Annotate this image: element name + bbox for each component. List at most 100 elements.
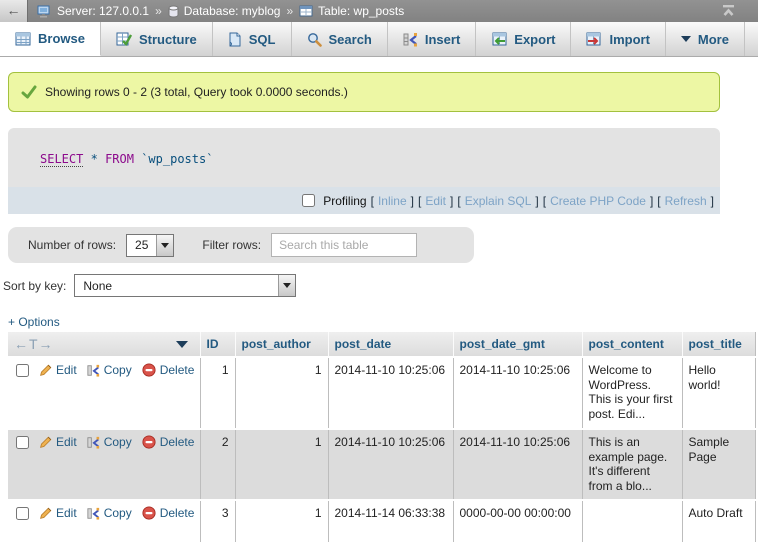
sql-query: SELECT * FROM `wp_posts`: [8, 128, 720, 187]
row-checkbox[interactable]: [16, 364, 29, 377]
bracket: [: [418, 194, 421, 208]
edit-link[interactable]: Edit: [56, 506, 77, 521]
tab-import[interactable]: Import: [571, 22, 665, 56]
tab-sql[interactable]: SQL: [213, 22, 292, 56]
bracket: ]: [650, 194, 653, 208]
cell-post-date: 2014-11-10 10:25:06: [328, 357, 453, 429]
copy-icon[interactable]: [87, 364, 100, 377]
rows-per-page-select[interactable]: 25: [126, 234, 174, 257]
insert-icon: [403, 32, 418, 47]
edit-query-link[interactable]: Edit: [425, 194, 446, 208]
delete-icon[interactable]: [142, 506, 156, 520]
edit-pencil-icon[interactable]: [39, 364, 52, 377]
copy-link[interactable]: Copy: [104, 506, 132, 521]
cell-post-content: [582, 500, 682, 542]
rows-controls-bar: Number of rows: 25 Filter rows:: [8, 227, 474, 263]
edit-pencil-icon[interactable]: [39, 507, 52, 520]
row-checkbox[interactable]: [16, 436, 29, 449]
refresh-link[interactable]: Refresh: [665, 194, 707, 208]
sql-icon: [228, 32, 242, 47]
table-row: Edit Copy Delete 1 1 2014-11-10 10:25:06…: [8, 357, 755, 429]
cell-post-title: Sample Page: [682, 429, 755, 500]
sort-key-select[interactable]: None: [74, 274, 296, 297]
tab-insert-label: Insert: [425, 32, 460, 47]
cell-id: 1: [200, 357, 235, 429]
cell-post-content: This is an example page. It's different …: [582, 429, 682, 500]
breadcrumb-server-label: Server: 127.0.0.1: [57, 4, 149, 18]
tab-export[interactable]: Export: [476, 22, 571, 56]
explain-sql-link[interactable]: Explain SQL: [465, 194, 532, 208]
structure-icon: [116, 32, 132, 46]
tab-browse-label: Browse: [38, 31, 85, 46]
column-header-post-title[interactable]: post_title: [682, 332, 755, 357]
sort-key-value: None: [75, 275, 120, 296]
cell-post-date: 2014-11-14 06:33:38: [328, 500, 453, 542]
tab-search[interactable]: Search: [292, 22, 388, 56]
inline-link[interactable]: Inline: [378, 194, 407, 208]
delete-icon[interactable]: [142, 435, 156, 449]
delete-link[interactable]: Delete: [160, 363, 195, 378]
edit-link[interactable]: Edit: [56, 435, 77, 450]
tab-search-label: Search: [329, 32, 372, 47]
bracket: [: [371, 194, 374, 208]
tab-more[interactable]: More: [666, 22, 745, 56]
cell-post-date: 2014-11-10 10:25:06: [328, 429, 453, 500]
column-header-id[interactable]: ID: [200, 332, 235, 357]
copy-link[interactable]: Copy: [104, 435, 132, 450]
create-php-code-link[interactable]: Create PHP Code: [550, 194, 646, 208]
copy-icon[interactable]: [87, 436, 100, 449]
success-check-icon: [21, 85, 37, 99]
breadcrumb-separator: »: [155, 4, 162, 18]
copy-link[interactable]: Copy: [104, 363, 132, 378]
tab-import-label: Import: [609, 32, 649, 47]
tab-sql-label: SQL: [249, 32, 276, 47]
sort-by-key-row: Sort by key: None: [3, 274, 296, 297]
column-header-post-date-gmt[interactable]: post_date_gmt: [453, 332, 582, 357]
server-icon: [37, 5, 52, 18]
breadcrumb-server[interactable]: Server: 127.0.0.1: [37, 4, 149, 18]
delete-icon[interactable]: [142, 363, 156, 377]
table-row: Edit Copy Delete 3 1 2014-11-14 06:33:38…: [8, 500, 755, 542]
search-icon: [307, 32, 322, 47]
column-header-post-content[interactable]: post_content: [582, 332, 682, 357]
select-arrow-icon: [156, 235, 173, 256]
breadcrumb-table[interactable]: Table: wp_posts: [299, 4, 404, 18]
options-toggle-link[interactable]: + Options: [8, 315, 60, 329]
tab-insert[interactable]: Insert: [388, 22, 476, 56]
chevron-down-icon: [681, 36, 691, 42]
breadcrumb-database[interactable]: Database: myblog: [168, 4, 281, 18]
edit-pencil-icon[interactable]: [39, 436, 52, 449]
delete-link[interactable]: Delete: [160, 506, 195, 521]
row-nav-arrows[interactable]: ←T→: [14, 336, 54, 352]
cell-post-date-gmt: 2014-11-10 10:25:06: [453, 357, 582, 429]
filter-rows-label: Filter rows:: [202, 238, 261, 252]
table-row: Edit Copy Delete 2 1 2014-11-10 10:25:06…: [8, 429, 755, 500]
collapse-icon[interactable]: [721, 4, 736, 17]
breadcrumb-table-label: Table: wp_posts: [318, 4, 404, 18]
breadcrumb-separator: »: [286, 4, 293, 18]
row-checkbox[interactable]: [16, 507, 29, 520]
cell-post-author: 1: [235, 500, 328, 542]
tab-structure[interactable]: Structure: [101, 22, 213, 56]
cell-post-title: Auto Draft: [682, 500, 755, 542]
sort-options-icon[interactable]: [176, 341, 188, 348]
column-header-post-author[interactable]: post_author: [235, 332, 328, 357]
profiling-checkbox[interactable]: [302, 194, 315, 207]
database-icon: [168, 5, 179, 18]
filter-rows-input[interactable]: [271, 233, 417, 257]
tab-browse[interactable]: Browse: [0, 22, 101, 56]
cell-post-content: Welcome to WordPress. This is your first…: [582, 357, 682, 429]
select-arrow-icon: [278, 275, 295, 296]
cell-id: 2: [200, 429, 235, 500]
copy-icon[interactable]: [87, 507, 100, 520]
breadcrumb-bar: ← Server: 127.0.0.1 » Database: myblog »: [0, 0, 758, 22]
breadcrumb: Server: 127.0.0.1 » Database: myblog » T…: [37, 4, 404, 18]
phpmyadmin-window: ← Server: 127.0.0.1 » Database: myblog »: [0, 0, 758, 542]
cell-id: 3: [200, 500, 235, 542]
query-options-strip: Profiling [ Inline ] [ Edit ] [ Explain …: [8, 187, 720, 214]
delete-link[interactable]: Delete: [160, 435, 195, 450]
edit-link[interactable]: Edit: [56, 363, 77, 378]
column-header-post-date[interactable]: post_date: [328, 332, 453, 357]
tab-more-label: More: [698, 32, 729, 47]
back-button[interactable]: ←: [0, 0, 28, 22]
